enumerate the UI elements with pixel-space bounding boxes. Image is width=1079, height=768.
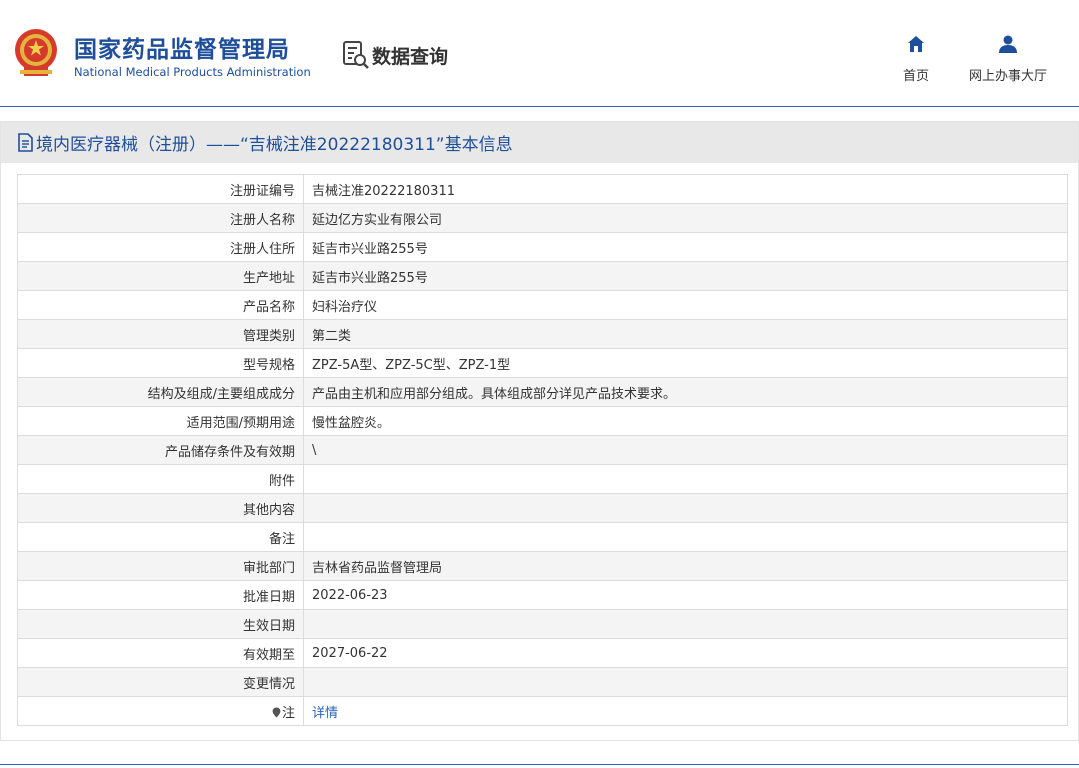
table-row: 注册人住所 延吉市兴业路255号 — [17, 232, 1068, 262]
registration-info-table: 注册证编号 吉械注准20222180311 注册人名称 延边亿方实业有限公司 注册人… — [17, 174, 1068, 726]
field-label: 产品储存条件及有效期 — [17, 435, 304, 465]
nav-home-label[interactable]: 首页 — [896, 65, 936, 84]
field-label: 适用范围/预期用途 — [17, 406, 304, 436]
field-value: 第二类 — [303, 319, 1068, 349]
field-label: 批准日期 — [17, 580, 304, 610]
field-value: 延边亿方实业有限公司 — [303, 203, 1068, 233]
nav-online-service-hall-label[interactable]: 网上办事大厅 — [962, 65, 1054, 84]
field-label: 产品名称 — [17, 290, 304, 320]
field-label: 其他内容 — [17, 493, 304, 523]
field-value: 延吉市兴业路255号 — [303, 261, 1068, 291]
site-title[interactable]: 国家药品监督管理局 — [74, 30, 290, 64]
note-label: 注 — [281, 705, 295, 721]
field-label: 生效日期 — [17, 609, 304, 639]
field-value — [303, 493, 1068, 523]
field-value — [303, 464, 1068, 494]
table-row: 有效期至 2027-06-22 — [17, 638, 1068, 668]
detail-panel: 境内医疗器械（注册）——“吉械注准20222180311”基本信息 注册证编号吉… — [0, 121, 1079, 741]
field-value: \ — [303, 435, 1068, 465]
field-value: 慢性盆腔炎。 — [303, 406, 1068, 436]
home-icon — [908, 36, 924, 52]
table-row: 注册人名称 延边亿方实业有限公司 — [17, 203, 1068, 233]
location-pin-icon — [272, 707, 281, 717]
document-search-icon — [343, 41, 369, 69]
field-value: 妇科治疗仪 — [303, 290, 1068, 320]
document-icon — [18, 133, 33, 152]
field-label: 变更情况 — [17, 667, 304, 697]
field-value: 2027-06-22 — [303, 638, 1068, 668]
field-label: 附件 — [17, 464, 304, 494]
panel-title: 境内医疗器械（注册）——“吉械注准20222180311”基本信息 — [36, 135, 513, 155]
table-row: 管理类别 第二类 — [17, 319, 1068, 349]
site-subtitle: National Medical Products Administration — [74, 65, 311, 79]
table-row: 其他内容 — [17, 493, 1068, 523]
table-row: 适用范围/预期用途 慢性盆腔炎。 — [17, 406, 1068, 436]
field-label: 注册人住所 — [17, 232, 304, 262]
field-label: 型号规格 — [17, 348, 304, 378]
panel-header: 境内医疗器械（注册）——“吉械注准20222180311”基本信息 — [1, 122, 1078, 163]
field-value: ZPZ-5A型、ZPZ-5C型、ZPZ-1型 — [303, 348, 1068, 378]
table-row-note: 注 详情 — [17, 696, 1068, 726]
table-row: 注册证编号 吉械注准20222180311 — [17, 174, 1068, 204]
field-value: 吉林省药品监督管理局 — [303, 551, 1068, 581]
table-row: 产品储存条件及有效期 \ — [17, 435, 1068, 465]
data-query-heading: 数据查询 — [342, 40, 448, 70]
field-label: 有效期至 — [17, 638, 304, 668]
table-row: 生效日期 — [17, 609, 1068, 639]
table-row: 结构及组成/主要组成成分 产品由主机和应用部分组成。具体组成部分详见产品技术要求。 — [17, 377, 1068, 407]
nav-home[interactable]: 首页 — [896, 34, 936, 84]
field-label: 注册证编号 — [17, 174, 304, 204]
field-label: 审批部门 — [17, 551, 304, 581]
note-value-cell: 详情 — [303, 696, 1068, 726]
field-value — [303, 609, 1068, 639]
field-value — [303, 667, 1068, 697]
field-label: 注册人名称 — [17, 203, 304, 233]
field-label: 备注 — [17, 522, 304, 552]
header-divider — [0, 106, 1079, 107]
field-value: 吉械注准20222180311 — [303, 174, 1068, 204]
field-value: 延吉市兴业路255号 — [303, 232, 1068, 262]
note-label-cell: 注 — [17, 696, 304, 726]
field-label: 管理类别 — [17, 319, 304, 349]
field-value: 产品由主机和应用部分组成。具体组成部分详见产品技术要求。 — [303, 377, 1068, 407]
table-row: 审批部门 吉林省药品监督管理局 — [17, 551, 1068, 581]
site-header: 国家药品监督管理局 National Medical Products Admi… — [0, 0, 1079, 106]
field-label: 结构及组成/主要组成成分 — [17, 377, 304, 407]
user-icon — [999, 35, 1017, 53]
field-value: 2022-06-23 — [303, 580, 1068, 610]
table-row: 产品名称 妇科治疗仪 — [17, 290, 1068, 320]
table-row: 附件 — [17, 464, 1068, 494]
data-query-label: 数据查询 — [372, 45, 449, 68]
field-label: 生产地址 — [17, 261, 304, 291]
details-link[interactable]: 详情 — [312, 706, 338, 721]
table-row: 型号规格 ZPZ-5A型、ZPZ-5C型、ZPZ-1型 — [17, 348, 1068, 378]
footer-divider — [0, 764, 1079, 765]
table-row: 变更情况 — [17, 667, 1068, 697]
table-row: 生产地址 延吉市兴业路255号 — [17, 261, 1068, 291]
nav-online-service-hall[interactable]: 网上办事大厅 — [962, 34, 1054, 84]
table-row: 备注 — [17, 522, 1068, 552]
national-emblem-icon — [15, 29, 57, 76]
table-row: 批准日期 2022-06-23 — [17, 580, 1068, 610]
field-value — [303, 522, 1068, 552]
